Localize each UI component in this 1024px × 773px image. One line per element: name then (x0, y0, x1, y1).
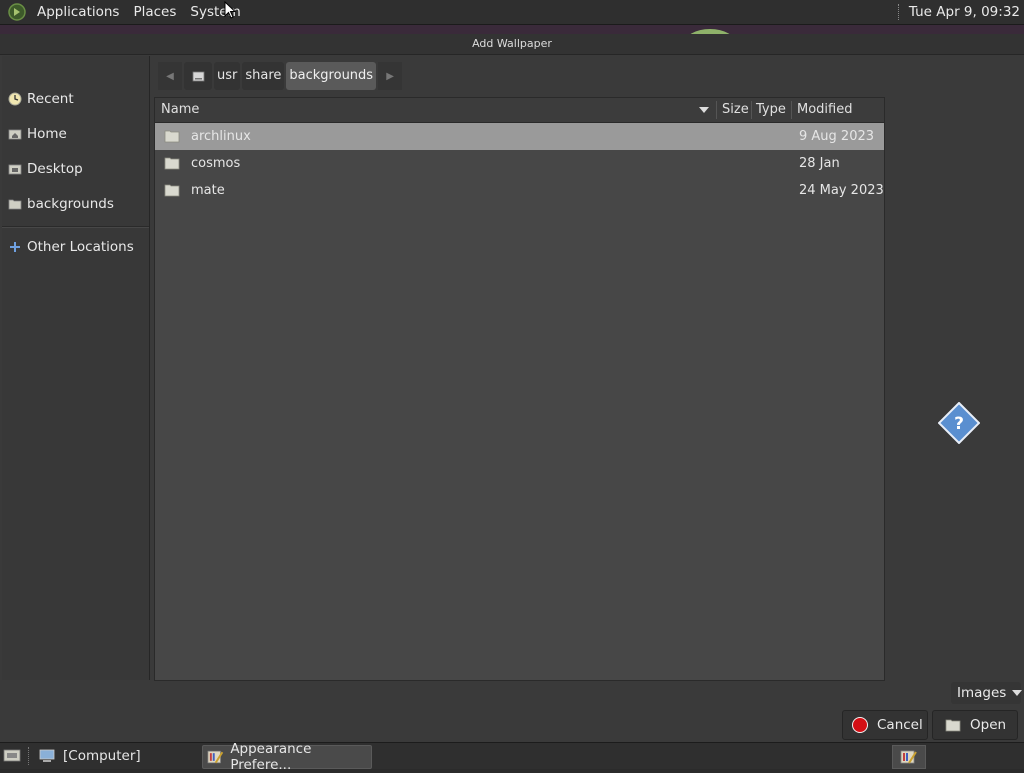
folder-icon (164, 130, 180, 143)
sort-descending-icon (699, 107, 709, 113)
task-computer[interactable]: [Computer] (36, 745, 196, 767)
column-divider (716, 101, 717, 119)
column-size[interactable]: Size (722, 98, 749, 122)
path-forward-icon[interactable]: ▶ (378, 62, 403, 90)
open-label: Open (970, 717, 1007, 733)
taskbar: [Computer] Appearance Prefere... (0, 741, 1024, 773)
file-filter-dropdown[interactable]: Images (951, 682, 1023, 704)
column-divider (751, 101, 752, 119)
task-label: Appearance Prefere... (230, 741, 312, 773)
path-crumb-root[interactable] (184, 62, 212, 90)
file-row-cosmos[interactable]: cosmos 28 Jan (155, 150, 884, 177)
drive-icon (192, 71, 204, 81)
plus-icon (10, 242, 20, 252)
column-name[interactable]: Name (161, 98, 199, 122)
home-folder-icon (8, 129, 22, 140)
places-sidebar: Recent Home Desktop backgrounds Other Lo… (2, 56, 150, 680)
column-divider (791, 101, 792, 119)
path-crumb-backgrounds[interactable]: backgrounds (286, 62, 377, 90)
desktop-wallpaper (0, 25, 1024, 34)
cancel-label: Cancel (877, 717, 923, 733)
sidebar-item-label: Recent (27, 91, 74, 107)
file-name: archlinux (191, 129, 251, 144)
open-folder-icon (945, 719, 961, 732)
help-icon: ? (938, 402, 980, 444)
sidebar-separator (2, 226, 149, 228)
sidebar-item-home[interactable]: Home (2, 121, 149, 147)
column-header: Name Size Type Modified (155, 98, 884, 123)
sidebar-item-backgrounds[interactable]: backgrounds (2, 191, 149, 217)
file-modified: 24 May 2023 (799, 183, 884, 198)
applications-menu[interactable]: Applications (30, 0, 126, 24)
mate-logo-icon[interactable] (8, 3, 26, 21)
path-back-icon[interactable]: ◀ (158, 62, 182, 90)
appearance-icon (207, 750, 224, 764)
sidebar-item-recent[interactable]: Recent (2, 86, 149, 112)
taskbar-separator (28, 747, 31, 765)
open-button[interactable]: Open (932, 710, 1018, 740)
sidebar-item-label: Other Locations (27, 239, 134, 255)
column-type[interactable]: Type (756, 98, 786, 122)
sidebar-item-label: Home (27, 126, 67, 142)
sidebar-item-other-locations[interactable]: Other Locations (2, 234, 149, 260)
folder-icon (8, 199, 22, 210)
file-row-archlinux[interactable]: archlinux 9 Aug 2023 (155, 123, 884, 150)
file-name: cosmos (191, 156, 241, 171)
task-label: [Computer] (63, 748, 141, 764)
clock-area: Tue Apr 9, 09:32 (897, 0, 1020, 24)
appearance-icon (900, 750, 917, 764)
sidebar-item-desktop[interactable]: Desktop (2, 156, 149, 182)
computer-icon (39, 749, 55, 762)
sidebar-item-label: Desktop (27, 161, 83, 177)
file-modified: 9 Aug 2023 (799, 129, 875, 144)
top-panel: Applications Places System Tue Apr 9, 09… (0, 0, 1024, 25)
show-desktop-icon[interactable] (3, 747, 21, 763)
cancel-button[interactable]: Cancel (842, 710, 928, 740)
mouse-cursor-icon (224, 1, 236, 19)
file-list[interactable]: Name Size Type Modified archlinux 9 Aug … (154, 97, 885, 681)
path-bar: ◀ usr share backgrounds ▶ (158, 62, 403, 90)
panel-separator (897, 4, 901, 20)
dialog-title[interactable]: Add Wallpaper (0, 34, 1024, 55)
path-crumb-usr[interactable]: usr (214, 62, 241, 90)
desktop-folder-icon (8, 164, 22, 175)
clock[interactable]: Tue Apr 9, 09:32 (909, 4, 1020, 20)
file-modified: 28 Jan (799, 156, 840, 171)
filter-label: Images (957, 685, 1007, 701)
file-row-mate[interactable]: mate 24 May 2023 (155, 177, 884, 204)
file-name: mate (191, 183, 225, 198)
places-menu[interactable]: Places (126, 0, 183, 24)
svg-text:?: ? (954, 414, 964, 434)
add-wallpaper-dialog: Add Wallpaper Recent Home Desktop backgr… (0, 34, 1024, 742)
folder-icon (164, 184, 180, 197)
path-crumb-share[interactable]: share (242, 62, 285, 90)
folder-icon (164, 157, 180, 170)
cancel-icon (852, 717, 868, 733)
chevron-down-icon (1012, 690, 1023, 696)
task-appearance-preferences[interactable]: Appearance Prefere... (202, 741, 372, 773)
sidebar-item-label: backgrounds (27, 196, 114, 212)
column-modified[interactable]: Modified (797, 98, 852, 122)
system-menu[interactable]: System (183, 0, 247, 24)
workspace-switcher[interactable] (892, 745, 926, 769)
clock-icon (8, 92, 22, 106)
